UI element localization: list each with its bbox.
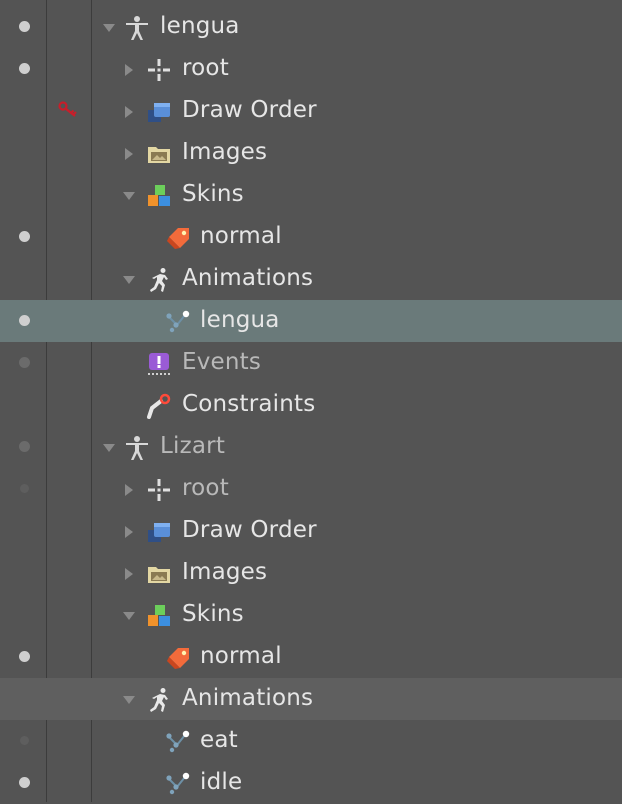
visibility-toggle[interactable] <box>19 441 30 452</box>
collapse-arrow-icon[interactable] <box>122 272 136 286</box>
tree-row-label: root <box>182 475 229 501</box>
visibility-toggle[interactable] <box>19 231 30 242</box>
key-icon[interactable] <box>58 101 80 121</box>
tree-row-label: lengua <box>160 13 240 39</box>
expand-arrow-icon[interactable] <box>122 146 136 160</box>
tree-row-images[interactable]: Images <box>0 552 622 594</box>
tree-row-skeleton[interactable]: lengua <box>0 6 622 48</box>
tree-row-label: eat <box>200 727 238 753</box>
tree-row-animation[interactable]: lengua <box>0 300 622 342</box>
visibility-toggle[interactable] <box>19 21 30 32</box>
skin-icon <box>165 225 191 251</box>
animations-icon <box>146 687 172 713</box>
tree-row-label: Events <box>182 349 262 375</box>
tree-row-skin[interactable]: normal <box>0 216 622 258</box>
tree-row-constraints[interactable]: Constraints <box>0 384 622 426</box>
expand-arrow-icon[interactable] <box>122 62 136 76</box>
tree-row-skeleton[interactable]: Lizart <box>0 426 622 468</box>
tree-row-label: Draw Order <box>182 97 317 123</box>
constraints-icon <box>146 393 172 419</box>
skin-icon <box>165 645 191 671</box>
tree-row-draw-order[interactable]: Draw Order <box>0 90 622 132</box>
expand-arrow-icon[interactable] <box>122 524 136 538</box>
tree-row-label: Lizart <box>160 433 226 459</box>
visibility-toggle[interactable] <box>19 63 30 74</box>
tree-row-label: Animations <box>182 685 314 711</box>
animation-icon <box>165 729 191 755</box>
tree-row-draw-order[interactable]: Draw Order <box>0 510 622 552</box>
expand-arrow-icon[interactable] <box>122 104 136 118</box>
expand-arrow-icon[interactable] <box>122 566 136 580</box>
tree-row-animation[interactable]: eat <box>0 720 622 762</box>
animation-icon <box>165 771 191 797</box>
tree-row-label: idle <box>200 769 243 795</box>
skeleton-icon <box>124 15 150 41</box>
outline-tree: lengua root Draw Order Images Skins normal Ani… <box>0 6 622 804</box>
tree-row-label: Images <box>182 559 268 585</box>
tree-row-events[interactable]: Events <box>0 342 622 384</box>
tree-row-skins[interactable]: Skins <box>0 594 622 636</box>
tree-row-label: Constraints <box>182 391 316 417</box>
draw-order-icon <box>146 99 172 125</box>
tree-row-label: Images <box>182 139 268 165</box>
images-icon <box>146 561 172 587</box>
events-icon <box>146 351 172 377</box>
collapse-arrow-icon[interactable] <box>122 188 136 202</box>
visibility-toggle[interactable] <box>20 736 29 745</box>
draw-order-icon <box>146 519 172 545</box>
tree-row-skins[interactable]: Skins <box>0 174 622 216</box>
visibility-toggle[interactable] <box>19 315 30 326</box>
animation-icon <box>165 309 191 335</box>
bone-icon <box>146 477 172 503</box>
tree-row-label: normal <box>200 223 282 249</box>
bone-icon <box>146 57 172 83</box>
tree-row-animations[interactable]: Animations <box>0 678 622 720</box>
images-icon <box>146 141 172 167</box>
tree-row-label: Draw Order <box>182 517 317 543</box>
skins-icon <box>146 603 172 629</box>
tree-row-label: lengua <box>200 307 280 333</box>
visibility-toggle[interactable] <box>20 484 29 493</box>
collapse-arrow-icon[interactable] <box>102 440 116 454</box>
collapse-arrow-icon[interactable] <box>102 20 116 34</box>
tree-row-bone[interactable]: root <box>0 468 622 510</box>
expand-arrow-icon[interactable] <box>122 482 136 496</box>
collapse-arrow-icon[interactable] <box>122 608 136 622</box>
tree-row-skin[interactable]: normal <box>0 636 622 678</box>
collapse-arrow-icon[interactable] <box>122 692 136 706</box>
tree-row-animations[interactable]: Animations <box>0 258 622 300</box>
tree-row-label: Skins <box>182 181 244 207</box>
tree-row-label: root <box>182 55 229 81</box>
visibility-toggle[interactable] <box>19 777 30 788</box>
animations-icon <box>146 267 172 293</box>
visibility-toggle[interactable] <box>19 651 30 662</box>
tree-row-label: normal <box>200 643 282 669</box>
tree-row-label: Skins <box>182 601 244 627</box>
visibility-toggle[interactable] <box>19 357 30 368</box>
skins-icon <box>146 183 172 209</box>
tree-row-images[interactable]: Images <box>0 132 622 174</box>
tree-row-bone[interactable]: root <box>0 48 622 90</box>
tree-row-animation[interactable]: idle <box>0 762 622 804</box>
skeleton-icon <box>124 435 150 461</box>
tree-row-label: Animations <box>182 265 314 291</box>
